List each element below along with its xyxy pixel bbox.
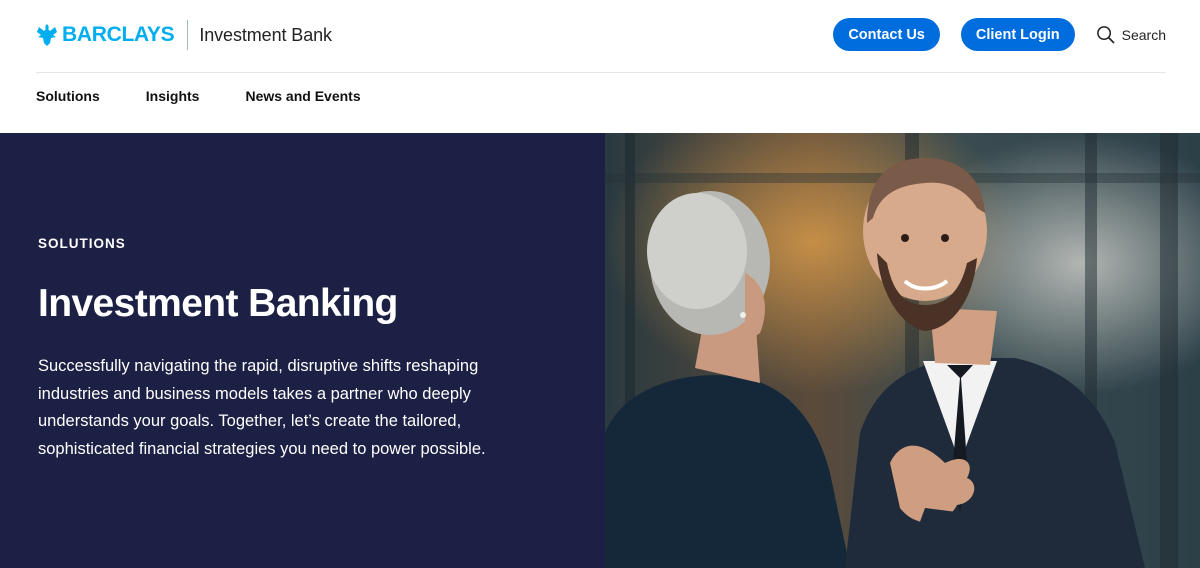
main-nav: Solutions Insights News and Events: [36, 87, 407, 105]
site-header: BARCLAYS Investment Bank Contact Us Clie…: [0, 0, 1200, 133]
eagle-icon: [37, 24, 57, 46]
search-label: Search: [1121, 26, 1166, 43]
brand-divider: [187, 20, 189, 50]
hero-eyebrow: SOLUTIONS: [38, 236, 126, 251]
nav-item-solutions[interactable]: Solutions: [36, 87, 100, 105]
nav-item-insights[interactable]: Insights: [146, 87, 200, 105]
page-title: Investment Banking: [38, 282, 398, 325]
header-actions: Contact Us Client Login Search: [833, 18, 1166, 51]
hero-text-panel: SOLUTIONS Investment Banking Successfull…: [0, 133, 605, 568]
header-divider: [36, 72, 1166, 73]
search-button[interactable]: Search: [1096, 25, 1166, 44]
hero-section: SOLUTIONS Investment Banking Successfull…: [0, 133, 1200, 568]
search-icon: [1096, 26, 1115, 44]
contact-us-button[interactable]: Contact Us: [833, 18, 940, 51]
nav-item-news-and-events[interactable]: News and Events: [245, 87, 360, 105]
brand-wordmark: BARCLAYS: [62, 23, 175, 46]
hero-image: [605, 133, 1200, 568]
brand-logo[interactable]: BARCLAYS Investment Bank: [36, 20, 332, 50]
client-login-button[interactable]: Client Login: [960, 18, 1075, 51]
division-name: Investment Bank: [199, 24, 332, 45]
business-meeting-illustration: [605, 133, 1200, 568]
hero-description: Successfully navigating the rapid, disru…: [38, 357, 486, 458]
